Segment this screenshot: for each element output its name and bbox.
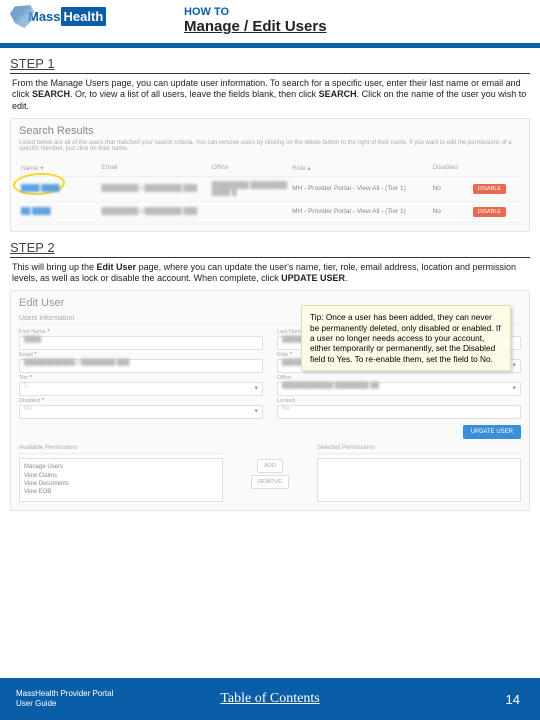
search-results-panel: Search Results Listed below are all of t…	[10, 118, 530, 232]
step1-bold-a: SEARCH	[32, 89, 70, 99]
email-input[interactable]: ████████████@████████.███	[19, 359, 263, 373]
step2-text-c: .	[345, 273, 348, 283]
page-number: 14	[506, 692, 520, 707]
state-shape-icon	[10, 4, 34, 28]
disable-button[interactable]: DISABLE	[473, 207, 506, 217]
user-office	[210, 201, 290, 222]
list-item[interactable]: View Documents	[24, 480, 218, 488]
locked-field: Locked No	[277, 398, 521, 419]
tier-label: Tier	[19, 375, 263, 381]
search-results-table: Name ▾ Email Office Role ▴ Disabled ████…	[19, 160, 521, 223]
available-permissions: Available Permissions Manage Users View …	[19, 445, 223, 502]
disabled-label: Disabled	[19, 398, 263, 404]
footer-guide-line1: MassHealth Provider Portal	[16, 689, 113, 699]
logo-text: MassHealth	[28, 9, 106, 24]
user-office: ████████ ████████ ████ █	[212, 182, 288, 196]
table-row: ████ ████ ████████@████████.███ ████████…	[19, 176, 521, 201]
page-title: Manage / Edit Users	[184, 18, 327, 35]
first-name-input[interactable]: ████	[19, 336, 263, 350]
step2-bold-b: UPDATE USER	[281, 273, 345, 283]
search-results-title: Search Results	[19, 125, 521, 137]
first-name-field: First Name ████	[19, 329, 263, 350]
user-role: MH - Provider Portal - View All - (Tier …	[290, 201, 431, 222]
table-of-contents-link[interactable]: Table of Contents	[220, 691, 319, 707]
locked-input[interactable]: No	[277, 405, 521, 419]
tier-select[interactable]: 1	[19, 382, 263, 396]
email-label: Email	[19, 352, 263, 358]
step2-text-a: This will bring up the	[12, 262, 97, 272]
col-role[interactable]: Role ▴	[290, 160, 431, 177]
disabled-field: Disabled No	[19, 398, 263, 419]
edit-user-panel: Edit User Users Information First Name █…	[10, 290, 530, 511]
permission-buttons: ADD REMOVE	[239, 445, 301, 502]
available-permissions-label: Available Permissions	[19, 445, 223, 454]
selected-permissions-label: Selected Permissions	[317, 445, 521, 454]
tip-callout: Tip: Once a user has been added, they ca…	[301, 305, 511, 371]
disabled-select[interactable]: No	[19, 405, 263, 419]
step2-heading: STEP 2	[10, 240, 530, 258]
search-results-desc: Listed below are all of the users that m…	[19, 140, 521, 152]
masshealth-logo: MassHealth	[10, 4, 106, 28]
step1-bold-b: SEARCH	[319, 89, 357, 99]
col-disabled[interactable]: Disabled	[431, 160, 471, 177]
page-footer: MassHealth Provider Portal User Guide Ta…	[0, 678, 540, 720]
col-email[interactable]: Email	[99, 160, 209, 177]
step1-heading: STEP 1	[10, 56, 530, 74]
footer-guide: MassHealth Provider Portal User Guide	[16, 689, 113, 708]
step2-instruction: This will bring up the Edit User page, w…	[12, 262, 528, 285]
footer-guide-line2: User Guide	[16, 699, 113, 709]
step1-instruction: From the Manage Users page, you can upda…	[12, 78, 528, 112]
header-title-block: HOW TO Manage / Edit Users	[184, 6, 327, 35]
office-field: Office ████████████ ████████ ██	[277, 375, 521, 396]
update-user-button[interactable]: UPDATE USER	[463, 425, 521, 439]
add-permission-button[interactable]: ADD	[257, 459, 283, 473]
list-item[interactable]: Manage Users	[24, 463, 218, 471]
selected-permissions-list[interactable]	[317, 458, 521, 502]
tier-field: Tier 1	[19, 375, 263, 396]
col-office[interactable]: Office	[210, 160, 290, 177]
table-row: ██ ████ ████████@████████.███ MH - Provi…	[19, 201, 521, 222]
user-disabled: No	[431, 201, 471, 222]
email-field: Email ████████████@████████.███	[19, 352, 263, 373]
first-name-label: First Name	[19, 329, 263, 335]
office-select[interactable]: ████████████ ████████ ██	[277, 382, 521, 396]
user-role: MH - Provider Portal - View All - (Tier …	[290, 176, 431, 201]
remove-permission-button[interactable]: REMOVE	[251, 475, 289, 489]
user-name-link[interactable]: ██ ████	[21, 208, 50, 215]
logo-health: Health	[61, 7, 107, 26]
user-disabled: No	[431, 176, 471, 201]
page-header: MassHealth HOW TO Manage / Edit Users	[0, 0, 540, 48]
list-item[interactable]: View EOB	[24, 488, 218, 496]
list-item[interactable]: View Claims	[24, 472, 218, 480]
step2-bold-a: Edit User	[97, 262, 137, 272]
disable-button[interactable]: DISABLE	[473, 184, 506, 194]
user-name-link[interactable]: ████ ████	[21, 185, 60, 192]
office-label: Office	[277, 375, 521, 381]
selected-permissions: Selected Permissions	[317, 445, 521, 502]
howto-label: HOW TO	[184, 6, 327, 18]
step1-text-b: . Or, to view a list of all users, leave…	[70, 89, 319, 99]
available-permissions-list[interactable]: Manage Users View Claims View Documents …	[19, 458, 223, 502]
user-email: ████████@████████.███	[101, 208, 197, 215]
user-email: ████████@████████.███	[101, 185, 197, 192]
locked-label: Locked	[277, 398, 521, 404]
